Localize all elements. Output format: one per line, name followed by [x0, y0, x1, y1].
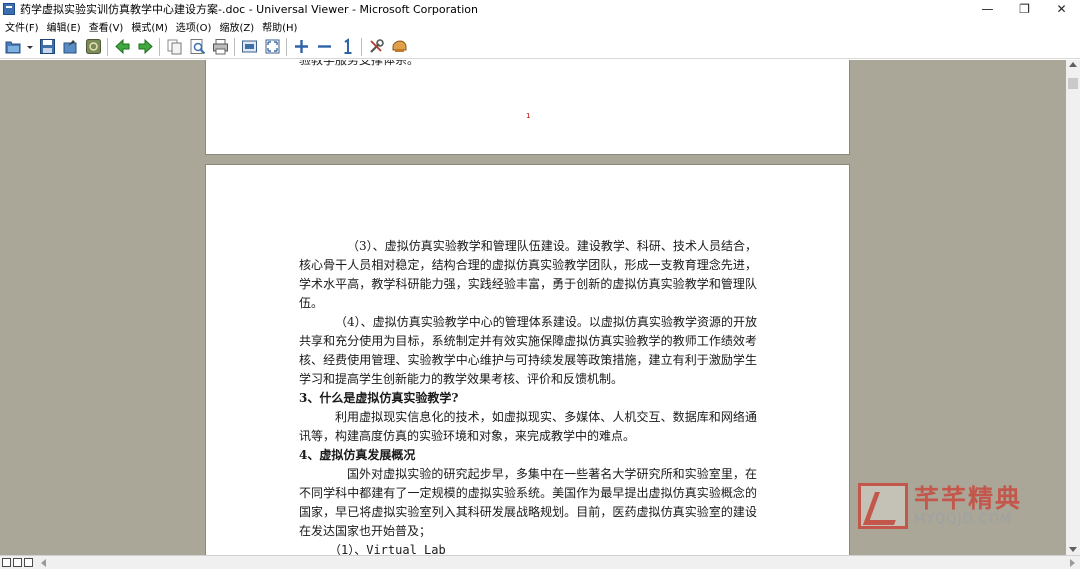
paragraph-management-system: （4）、虚拟仿真实验教学中心的管理体系建设。以虚拟仿真实验教学资源的开放共享和充…	[299, 315, 757, 386]
paragraph-definition: 利用虚拟现实信息化的技术，如虚拟现实、多媒体、人机交互、数据库和网络通讯等，构建…	[299, 410, 757, 443]
menu-zoom[interactable]: 缩放(Z)	[215, 19, 258, 34]
menu-bar: 文件(F) 编辑(E) 查看(V) 模式(M) 选项(O) 缩放(Z) 帮助(H…	[0, 18, 1080, 34]
watermark-main-text: 芊芊精典	[914, 484, 1023, 513]
scroll-down-icon[interactable]	[1069, 547, 1077, 552]
title-bar: 药学虚拟实验实训仿真教学中心建设方案-.doc - Universal View…	[0, 0, 1080, 18]
menu-help[interactable]: 帮助(H)	[258, 19, 301, 34]
document-page-1: 验教学服务支撑体系。 1	[205, 60, 850, 155]
menu-file[interactable]: 文件(F)	[0, 19, 43, 34]
print-icon[interactable]	[210, 37, 230, 57]
scroll-thumb[interactable]	[1068, 78, 1078, 89]
two-page-view-icon[interactable]	[13, 558, 22, 567]
fit-icon[interactable]	[262, 37, 282, 57]
heading-development-overview: 4、虚拟仿真发展概况	[299, 448, 416, 462]
page-number: 1	[526, 112, 531, 120]
forward-icon[interactable]	[135, 37, 155, 57]
close-button[interactable]: ✕	[1043, 0, 1080, 18]
menu-mode[interactable]: 模式(M)	[127, 19, 171, 34]
page1-tail-text: 验教学服务支撑体系。	[299, 60, 420, 67]
minimize-button[interactable]: —	[969, 0, 1006, 18]
menu-edit[interactable]: 编辑(E)	[43, 19, 85, 34]
watermark-logo-icon	[858, 483, 908, 529]
recycle-icon[interactable]	[83, 37, 103, 57]
document-viewer[interactable]: 验教学服务支撑体系。 1 （3）、虚拟仿真实验教学和管理队伍建设。建设教学、科研…	[0, 60, 1066, 555]
scroll-right-icon[interactable]	[1070, 559, 1075, 567]
toolbar-separator	[107, 37, 108, 56]
export-icon[interactable]	[60, 37, 80, 57]
fullscreen-window-icon[interactable]	[239, 37, 259, 57]
toolbar-separator	[234, 37, 235, 56]
heading-what-is-virtual-teaching: 3、什么是虚拟仿真实验教学?	[299, 391, 459, 405]
zoom-out-icon[interactable]	[314, 37, 334, 57]
single-page-view-icon[interactable]	[2, 558, 11, 567]
continuous-view-icon[interactable]	[24, 558, 33, 567]
restore-button[interactable]: ❐	[1006, 0, 1043, 18]
window-title: 药学虚拟实验实训仿真教学中心建设方案-.doc - Universal View…	[20, 3, 478, 16]
zoom-in-icon[interactable]	[291, 37, 311, 57]
menu-options[interactable]: 选项(O)	[172, 19, 216, 34]
scroll-up-icon[interactable]	[1069, 62, 1077, 67]
menu-view[interactable]: 查看(V)	[85, 19, 128, 34]
original-size-icon[interactable]	[337, 37, 357, 57]
window-controls: — ❐ ✕	[969, 0, 1080, 18]
open-icon[interactable]	[3, 37, 23, 57]
toolbar-separator	[361, 37, 362, 56]
copy-icon[interactable]	[164, 37, 184, 57]
print-preview-icon[interactable]	[187, 37, 207, 57]
watermark-sub-text: MYQQJD.COM	[914, 512, 1013, 527]
settings-icon[interactable]	[366, 37, 386, 57]
watermark: 芊芊精典 MYQQJD.COM	[858, 482, 1048, 530]
open-dropdown-icon[interactable]	[26, 37, 34, 57]
scroll-left-icon[interactable]	[41, 559, 46, 567]
document-page-2: （3）、虚拟仿真实验教学和管理队伍建设。建设教学、科研、技术人员结合，核心骨干人…	[205, 164, 850, 555]
page-content: （3）、虚拟仿真实验教学和管理队伍建设。建设教学、科研、技术人员结合，核心骨干人…	[299, 237, 757, 555]
back-icon[interactable]	[112, 37, 132, 57]
toolbar-separator	[286, 37, 287, 56]
paragraph-team-building: （3）、虚拟仿真实验教学和管理队伍建设。建设教学、科研、技术人员结合，核心骨干人…	[299, 239, 757, 310]
plugin-icon[interactable]	[389, 37, 409, 57]
vertical-scrollbar[interactable]	[1066, 60, 1080, 555]
status-bar	[0, 555, 1080, 569]
toolbar-separator	[159, 37, 160, 56]
save-icon[interactable]	[37, 37, 57, 57]
toolbar	[0, 35, 1080, 59]
app-icon	[3, 3, 15, 15]
list-item-virtual-lab: （1）、Virtual Lab	[329, 543, 446, 555]
paragraph-overview: 国外对虚拟实验的研究起步早，多集中在一些著名大学研究所和实验室里，在不同学科中都…	[299, 467, 757, 538]
